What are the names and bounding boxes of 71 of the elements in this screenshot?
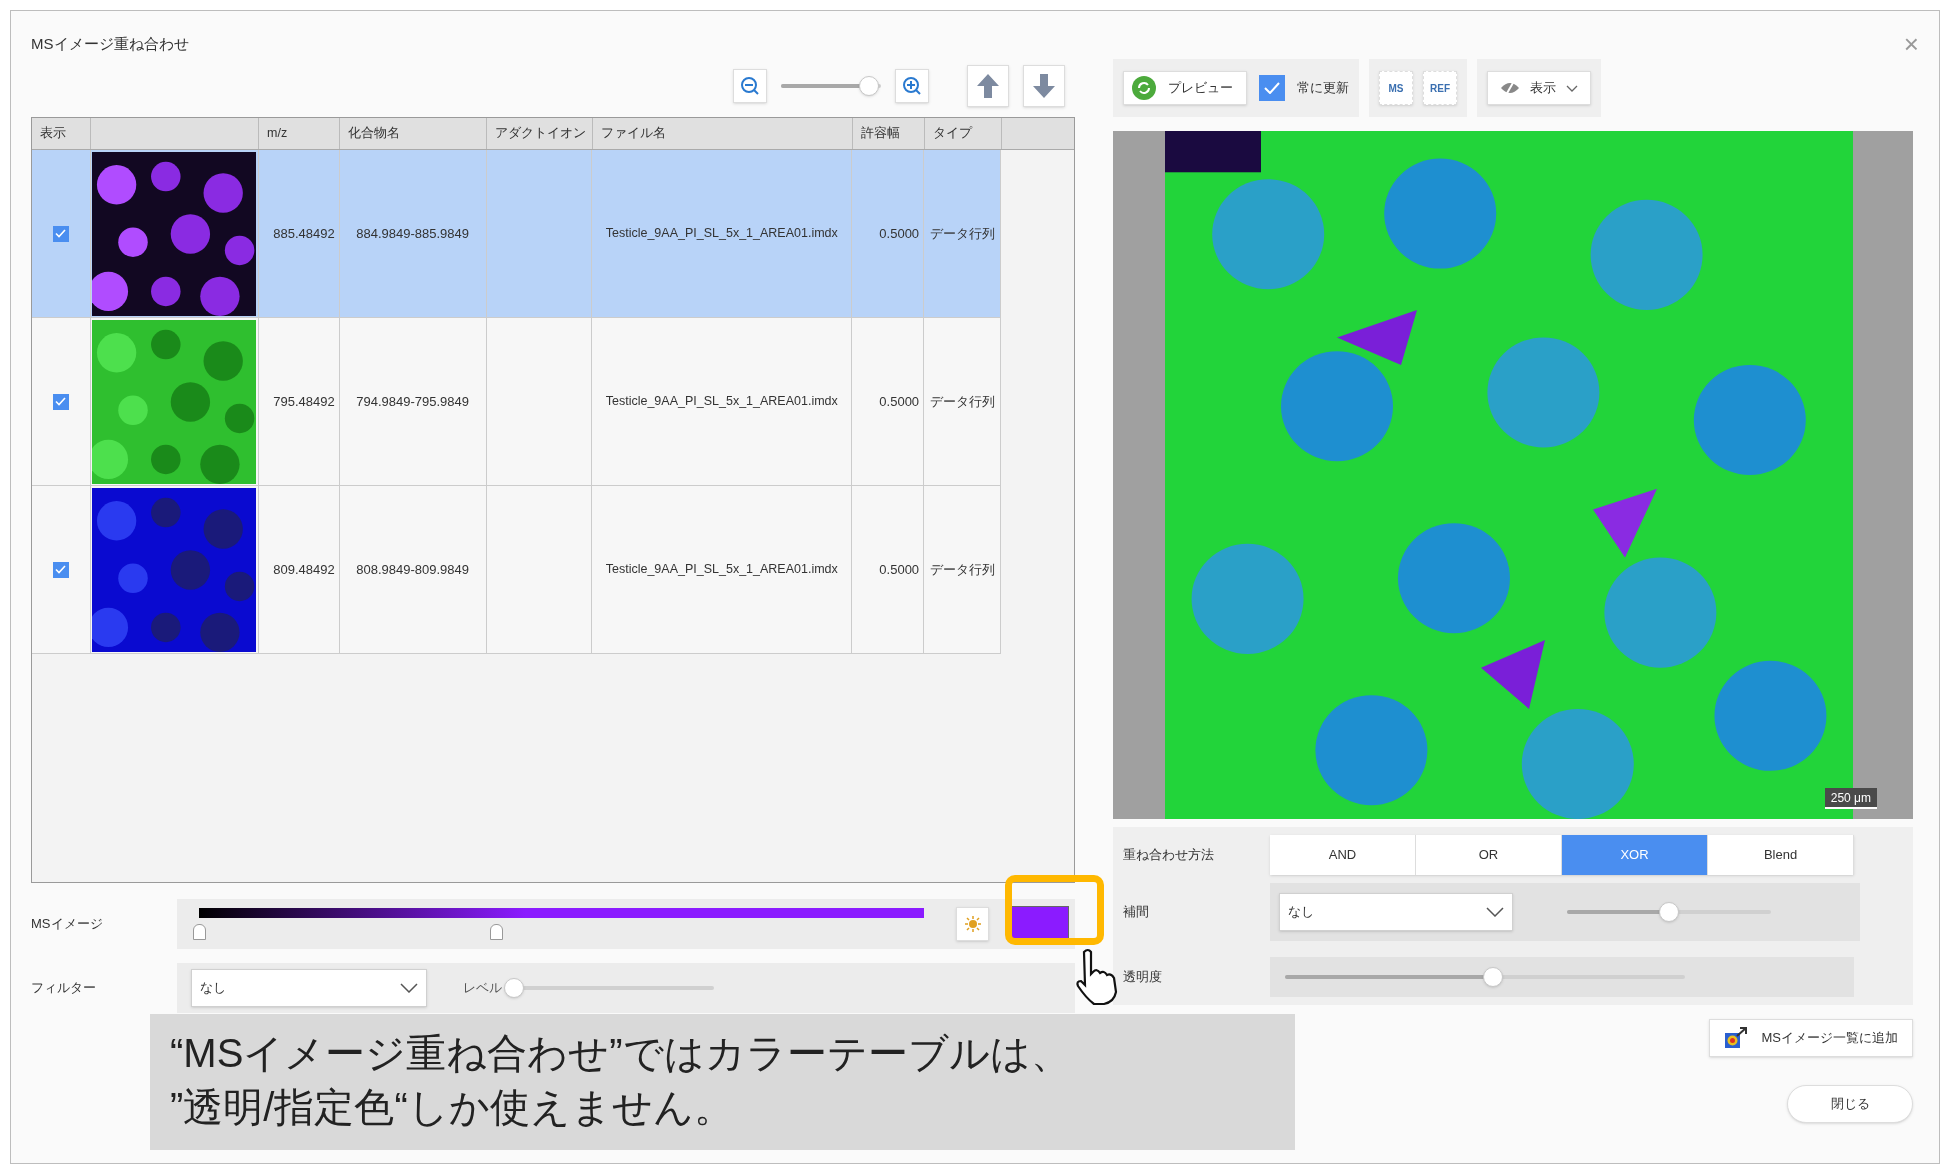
zoom-in-icon[interactable]: [895, 69, 929, 103]
arrow-up-icon[interactable]: [967, 65, 1009, 107]
chevron-down-icon: [1486, 907, 1504, 917]
table-row[interactable]: 795.48492 794.9849-795.9849 Testicle_9AA_PI_SL_5x_1_AREA01.imdx 0.5000 データ行列: [32, 318, 1001, 486]
slider-thumb[interactable]: [1659, 902, 1679, 922]
checkmark-icon: [55, 397, 67, 406]
checkbox[interactable]: [52, 561, 69, 578]
level-label: レベル: [463, 979, 502, 998]
filter-label: フィルター: [31, 979, 97, 998]
range-handle[interactable]: [489, 924, 503, 940]
table-cell-text: 809.48492: [273, 560, 335, 579]
table-cell-text: 0.5000: [879, 392, 920, 411]
segment-tab[interactable]: AND: [1270, 835, 1416, 875]
slider-thumb[interactable]: [859, 76, 879, 96]
heatmap-arrow-icon: [1723, 1027, 1748, 1049]
chevron-down-icon: [400, 983, 418, 993]
slider-thumb[interactable]: [1483, 967, 1503, 987]
table-cell-text: 808.9849-809.9849: [356, 560, 469, 579]
overlay-method-label: 重ね合わせ方法: [1123, 846, 1215, 865]
always-update-label: 常に更新: [1297, 79, 1349, 98]
range-handle[interactable]: [192, 924, 206, 940]
segment-tab[interactable]: OR: [1416, 835, 1562, 875]
column-header[interactable]: ファイル名: [601, 124, 666, 143]
table-cell-text: データ行列: [929, 224, 995, 243]
slider-thumb[interactable]: [504, 978, 524, 998]
refresh-icon: [1132, 76, 1156, 100]
table-cell-text: 885.48492: [273, 224, 335, 243]
chevron-down-icon: [1566, 84, 1578, 92]
checkmark-icon: [1264, 82, 1280, 94]
table-row[interactable]: 885.48492 884.9849-885.9849 Testicle_9AA_PI_SL_5x_1_AREA01.imdx 0.5000 データ行列: [32, 150, 1001, 318]
arrow-down-icon[interactable]: [1023, 65, 1065, 107]
ms-fit-button[interactable]: MS: [1379, 71, 1413, 105]
table-cell-text: 0.5000: [879, 560, 920, 579]
table-cell-text: Testicle_9AA_PI_SL_5x_1_AREA01.imdx: [605, 561, 838, 579]
annotation-note: “MSイメージ重ね合わせ”ではカラーテーブルは、 ”透明/指定色“しか使えません。: [150, 1014, 1295, 1150]
sun-icon[interactable]: [955, 907, 990, 941]
ms-image-label: MSイメージ: [31, 915, 104, 934]
dropdown[interactable]: なし: [1279, 893, 1513, 931]
checkmark-icon: [55, 565, 67, 574]
table-cell-text: データ行列: [929, 560, 995, 579]
table-cell-text: 0.5000: [879, 224, 920, 243]
segment-tab[interactable]: Blend: [1708, 835, 1854, 875]
table-cell-text: 884.9849-885.9849: [356, 224, 469, 243]
interpolation-label: 補間: [1123, 903, 1150, 922]
eye-slash-icon: [1500, 80, 1520, 96]
table-cell-text: Testicle_9AA_PI_SL_5x_1_AREA01.imdx: [605, 393, 838, 411]
column-header[interactable]: タイプ: [933, 124, 972, 143]
dropdown[interactable]: なし: [191, 969, 427, 1007]
column-header[interactable]: 表示: [40, 124, 66, 143]
zoom-out-icon[interactable]: [733, 69, 767, 103]
checkbox[interactable]: [1259, 75, 1285, 101]
checkbox[interactable]: [52, 225, 69, 242]
column-header[interactable]: 許容幅: [861, 124, 900, 143]
table-cell-text: データ行列: [929, 392, 995, 411]
transparency-label: 透明度: [1123, 968, 1163, 987]
table-row[interactable]: 809.48492 808.9849-809.9849 Testicle_9AA_PI_SL_5x_1_AREA01.imdx 0.5000 データ行列: [32, 486, 1001, 654]
column-header[interactable]: 化合物名: [348, 124, 400, 143]
column-header[interactable]: m/z: [267, 124, 288, 143]
preview-button[interactable]: プレビュー: [1123, 71, 1247, 105]
checkbox[interactable]: [52, 393, 69, 410]
column-header[interactable]: アダクトイオン: [495, 124, 586, 143]
checkmark-icon: [55, 229, 67, 238]
display-dropdown[interactable]: 表示: [1487, 71, 1591, 105]
add-to-list-button[interactable]: MSイメージ一覧に追加: [1708, 1019, 1913, 1057]
table-cell-text: Testicle_9AA_PI_SL_5x_1_AREA01.imdx: [605, 225, 838, 243]
ref-fit-button[interactable]: REF: [1423, 71, 1457, 105]
close-dialog-button[interactable]: 閉じる: [1787, 1085, 1913, 1123]
table-cell-text: 795.48492: [273, 392, 335, 411]
window-title: MSイメージ重ね合わせ: [31, 33, 189, 54]
scale-bar: 250 μm: [1824, 788, 1877, 809]
table-cell-text: 794.9849-795.9849: [356, 392, 469, 411]
